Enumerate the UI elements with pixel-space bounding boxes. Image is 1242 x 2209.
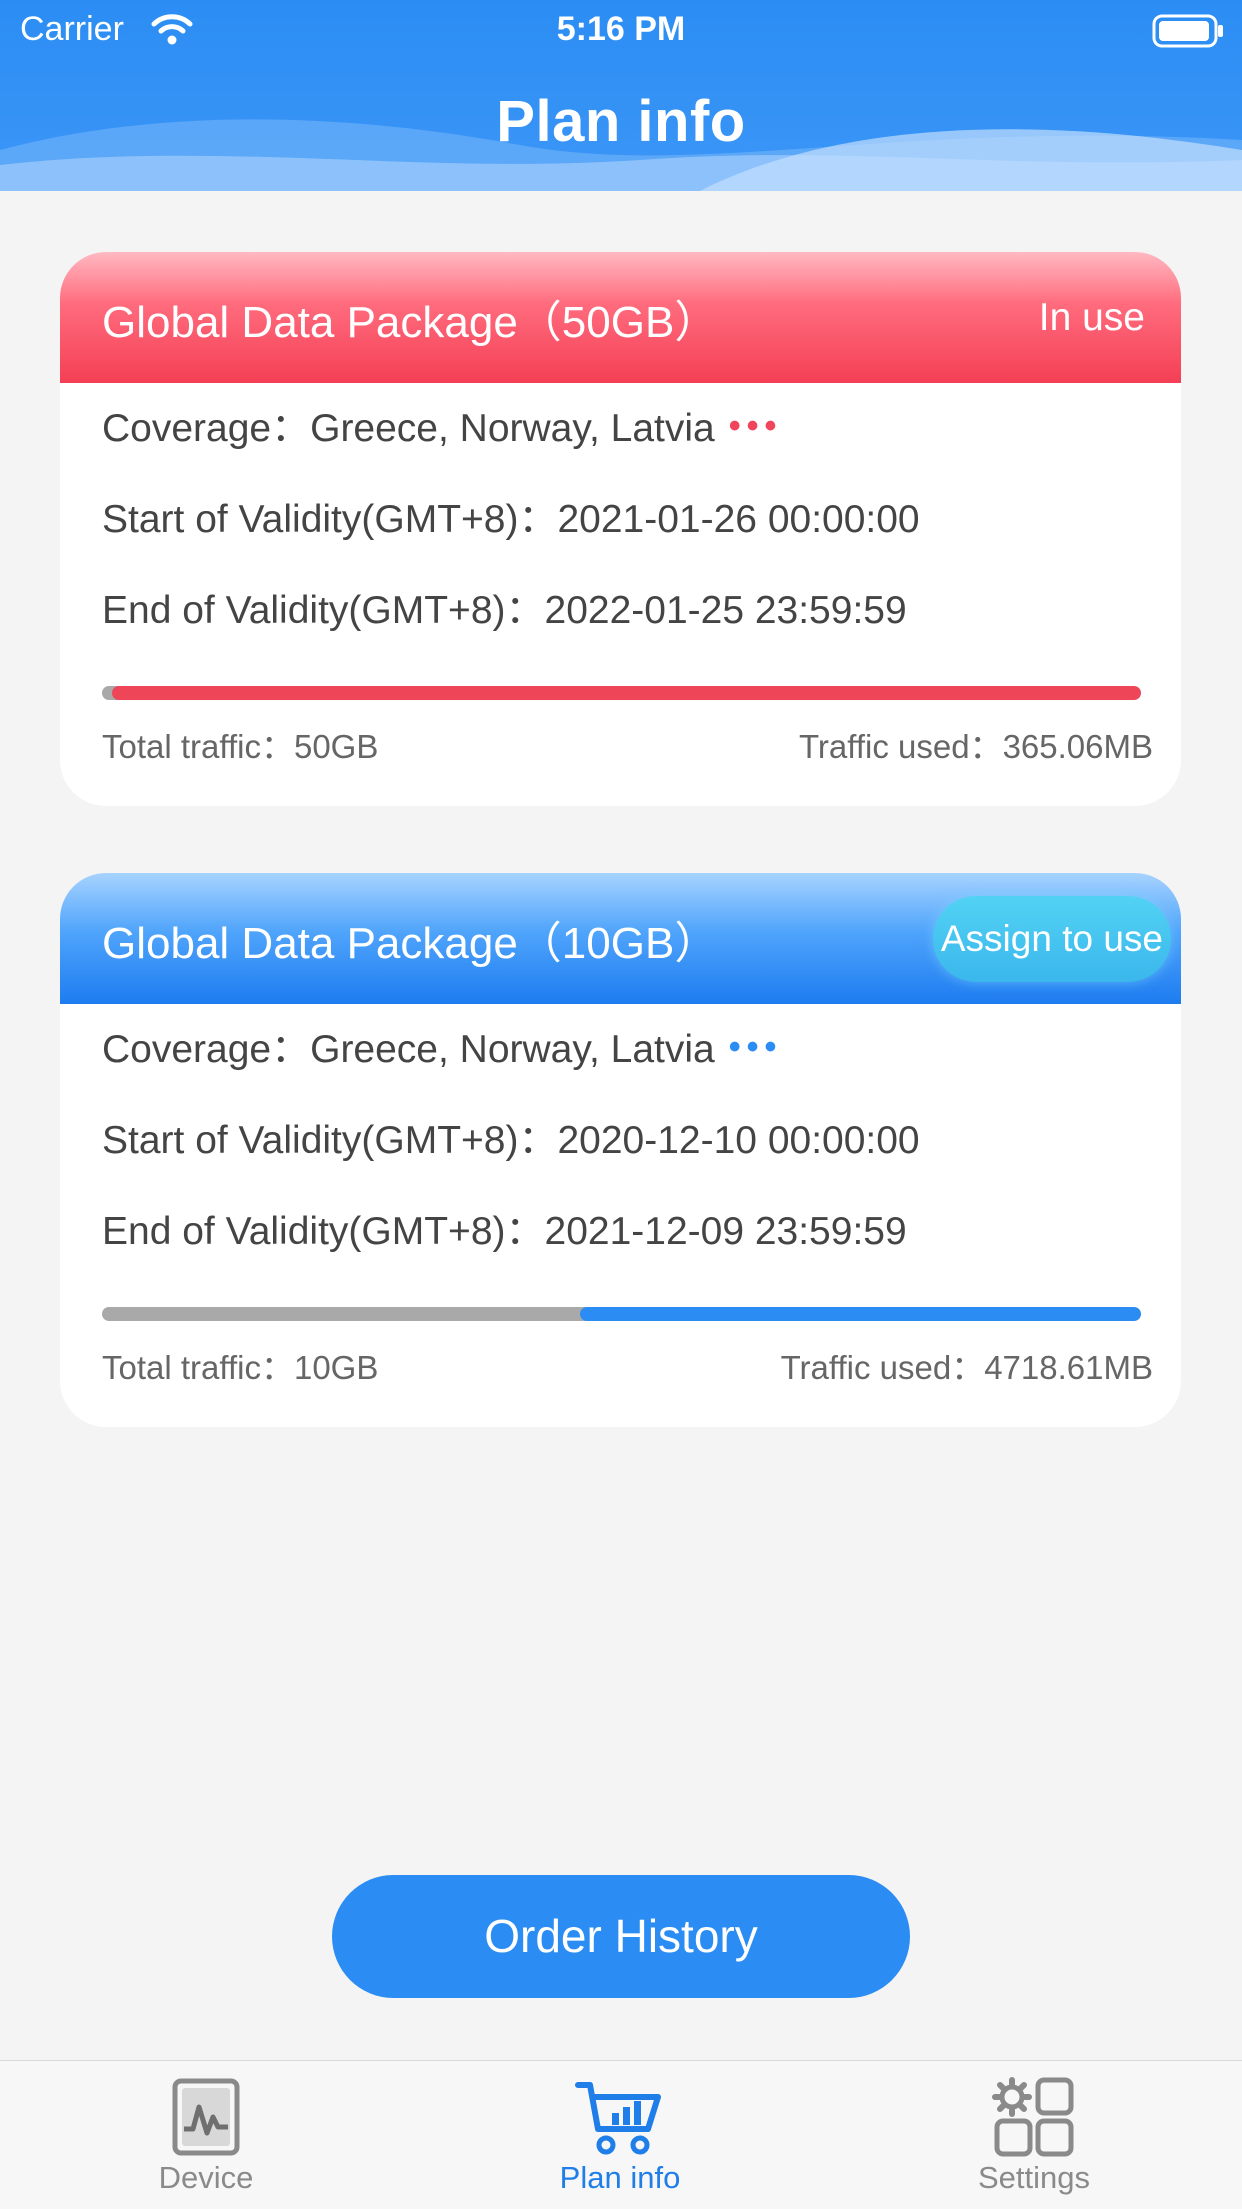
traffic-progress-bar bbox=[102, 686, 1141, 700]
battery-icon bbox=[1152, 14, 1223, 48]
start-validity-value: 2020-12-10 00:00:00 bbox=[557, 1119, 920, 1162]
page-title: Plan info bbox=[496, 89, 746, 154]
coverage-value: Greece, Norway, Latvia bbox=[310, 1028, 715, 1071]
plan-status-badge: In use bbox=[1038, 295, 1145, 339]
total-traffic-label: Total traffic： bbox=[102, 728, 294, 765]
traffic-progress-bar bbox=[102, 1307, 1141, 1321]
tab-plan-info[interactable]: Plan info bbox=[470, 2061, 770, 2209]
status-bar: Carrier 5:16 PM bbox=[0, 0, 1242, 62]
total-traffic: Total traffic：10GB bbox=[102, 1341, 378, 1389]
coverage-row: Coverage：Greece, Norway, Latvia ••• bbox=[102, 383, 1139, 474]
plan-card-body: Coverage：Greece, Norway, Latvia ••• Start… bbox=[60, 1004, 1181, 1427]
order-history-button[interactable]: Order History bbox=[332, 1875, 910, 1998]
tab-device-label: Device bbox=[158, 2160, 254, 2195]
traffic-remaining-fill bbox=[579, 1307, 1141, 1321]
coverage-row: Coverage：Greece, Norway, Latvia ••• bbox=[102, 1004, 1139, 1095]
tab-device[interactable]: Device bbox=[56, 2061, 356, 2209]
total-traffic-value: 50GB bbox=[293, 728, 379, 765]
settings-icon bbox=[992, 2077, 1074, 2157]
end-validity-value: 2022-01-25 23:59:59 bbox=[544, 589, 907, 632]
end-validity-row: End of Validity(GMT+8)：2022-01-25 23:59:… bbox=[102, 565, 1139, 656]
more-coverage-icon[interactable]: ••• bbox=[729, 407, 783, 445]
plan-title: Global Data Package（50GB） bbox=[102, 297, 719, 347]
total-traffic-label: Total traffic： bbox=[102, 1349, 294, 1386]
more-coverage-icon[interactable]: ••• bbox=[729, 1028, 783, 1066]
plan-card-2: Global Data Package（10GB） Assign to use … bbox=[60, 873, 1181, 1427]
traffic-used: Traffic used：4718.61MB bbox=[781, 1341, 1153, 1389]
cart-icon bbox=[575, 2082, 661, 2155]
traffic-used: Traffic used：365.06MB bbox=[799, 720, 1153, 768]
tab-plan-info-label: Plan info bbox=[559, 2160, 681, 2195]
plan-card-header: Global Data Package（50GB） In use bbox=[60, 252, 1181, 383]
start-validity-label: Start of Validity(GMT+8)： bbox=[102, 498, 558, 541]
end-validity-label: End of Validity(GMT+8)： bbox=[102, 589, 545, 632]
traffic-used-label: Traffic used： bbox=[798, 728, 1003, 765]
plan-title: Global Data Package（10GB） bbox=[102, 918, 719, 968]
tab-bar: Device Plan info Settings bbox=[0, 2060, 1242, 2209]
start-validity-value: 2021-01-26 00:00:00 bbox=[557, 498, 920, 541]
end-validity-value: 2021-12-09 23:59:59 bbox=[544, 1210, 907, 1253]
tab-settings[interactable]: Settings bbox=[884, 2061, 1184, 2209]
total-traffic: Total traffic：50GB bbox=[102, 720, 378, 768]
traffic-row: Total traffic：10GB Traffic used：4718.61M… bbox=[102, 1341, 1153, 1389]
start-validity-row: Start of Validity(GMT+8)：2020-12-10 00:0… bbox=[102, 1095, 1139, 1186]
header: Carrier 5:16 PM Plan info bbox=[0, 0, 1242, 191]
coverage-label: Coverage： bbox=[102, 407, 311, 450]
coverage-label: Coverage： bbox=[102, 1028, 311, 1071]
start-validity-row: Start of Validity(GMT+8)：2021-01-26 00:0… bbox=[102, 474, 1139, 565]
plan-card-body: Coverage：Greece, Norway, Latvia ••• Start… bbox=[60, 383, 1181, 806]
start-validity-label: Start of Validity(GMT+8)： bbox=[102, 1119, 558, 1162]
tab-settings-label: Settings bbox=[977, 2160, 1090, 2195]
coverage-value: Greece, Norway, Latvia bbox=[310, 407, 715, 450]
status-time: 5:16 PM bbox=[556, 10, 686, 48]
end-validity-label: End of Validity(GMT+8)： bbox=[102, 1210, 545, 1253]
plan-card-1: Global Data Package（50GB） In use Coverag… bbox=[60, 252, 1181, 806]
end-validity-row: End of Validity(GMT+8)：2021-12-09 23:59:… bbox=[102, 1186, 1139, 1277]
traffic-row: Total traffic：50GB Traffic used：365.06MB bbox=[102, 720, 1153, 768]
traffic-used-value: 365.06MB bbox=[1002, 728, 1153, 765]
traffic-used-value: 4718.61MB bbox=[984, 1349, 1153, 1386]
plan-card-header: Global Data Package（10GB） Assign to use bbox=[60, 873, 1181, 1004]
total-traffic-value: 10GB bbox=[293, 1349, 379, 1386]
traffic-used-label: Traffic used： bbox=[780, 1349, 985, 1386]
assign-to-use-button[interactable]: Assign to use bbox=[932, 895, 1171, 982]
device-icon bbox=[172, 2078, 240, 2156]
traffic-remaining-fill bbox=[112, 686, 1141, 700]
